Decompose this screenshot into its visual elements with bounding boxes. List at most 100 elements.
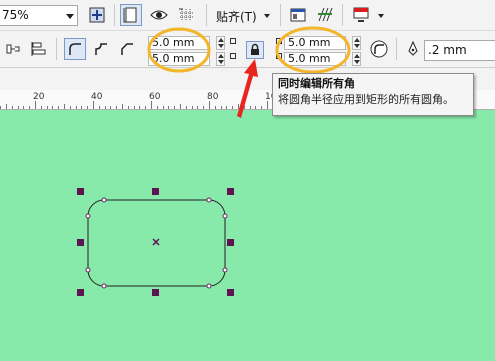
- ruler-tick: [46, 106, 48, 109]
- canvas-drawing-layer: [85, 197, 228, 289]
- ruler-tick: [122, 104, 123, 109]
- corner-node: [222, 267, 228, 273]
- ruler-tick: [11, 106, 13, 109]
- corner-radius-top-right-field[interactable]: 5.0 mm: [284, 36, 346, 50]
- ruler-label: 40: [91, 92, 103, 102]
- corner-chamfer-icon[interactable]: [116, 38, 138, 60]
- ruler-tick: [232, 106, 234, 109]
- ruler-tick: [110, 106, 112, 109]
- lock-corners-tooltip: 同时编辑所有角 将圆角半径应用到矩形的所有圆角。: [272, 73, 474, 116]
- lock-icon[interactable]: [246, 41, 264, 59]
- grid-toggle-icon[interactable]: [176, 4, 198, 26]
- corner-node: [101, 283, 107, 289]
- ruler-tick: [261, 106, 263, 109]
- corner-radius-bottom-left-spinner[interactable]: [216, 52, 225, 66]
- ruler-tick: [0, 106, 2, 109]
- selection-handle-top-left[interactable]: [77, 188, 84, 195]
- chevron-down-icon[interactable]: [66, 14, 74, 19]
- corner-radius-bottom-left-value: 5.0 mm: [152, 52, 195, 65]
- ruler-tick: [255, 106, 257, 109]
- corner-mini-icon: [230, 53, 236, 59]
- ruler-label: 80: [207, 92, 219, 102]
- snap-to-label: 贴齐(T): [216, 10, 257, 24]
- application-launcher-icon[interactable]: [314, 4, 336, 26]
- selection-handle-bottom-left[interactable]: [77, 289, 84, 296]
- corner-radius-top-right-spinner[interactable]: [352, 36, 361, 50]
- center-mark-icon: [152, 238, 160, 246]
- ruler-tick: [29, 106, 31, 109]
- corner-radius-bottom-right-field[interactable]: 5.0 mm: [284, 52, 346, 66]
- corner-radius-bottom-right-spinner[interactable]: [352, 52, 361, 66]
- snap-to-menu[interactable]: 贴齐(T): [216, 8, 257, 25]
- align-icon[interactable]: [28, 38, 50, 60]
- corner-scallop-icon[interactable]: [90, 38, 112, 60]
- selection-handle-middle-right[interactable]: [227, 239, 234, 246]
- ruler-tick: [40, 106, 42, 109]
- selection-handle-middle-left[interactable]: [77, 239, 84, 246]
- ruler-tick: [168, 106, 170, 109]
- corner-radius-top-right-value: 5.0 mm: [288, 36, 331, 49]
- corner-node: [85, 267, 91, 273]
- corner-radius-bottom-left-field[interactable]: 5.0 mm: [148, 52, 210, 66]
- corner-round-icon[interactable]: [64, 38, 86, 60]
- corner-node: [222, 213, 228, 219]
- ruler-tick: [180, 104, 181, 109]
- corner-radius-top-left-value: 5.0 mm: [152, 36, 195, 49]
- ruler-tick: [238, 104, 239, 109]
- corner-mini-icon: [230, 38, 236, 44]
- corner-node: [206, 197, 212, 203]
- ruler-tick: [267, 101, 268, 109]
- corner-node: [101, 197, 107, 203]
- ruler-tick: [23, 106, 25, 109]
- ruler-tick: [185, 106, 187, 109]
- options-icon[interactable]: [287, 4, 309, 26]
- ruler-tick: [191, 106, 193, 109]
- zoom-level-select[interactable]: 75%: [0, 5, 78, 26]
- outline-width-value: .2 mm: [428, 43, 467, 57]
- position-icon[interactable]: [2, 38, 24, 60]
- eye-icon[interactable]: [148, 4, 170, 26]
- ruler-label: 20: [33, 92, 45, 102]
- ruler-tick: [226, 106, 228, 109]
- ruler-tick: [58, 106, 60, 109]
- ruler-tick: [98, 106, 100, 109]
- ruler-tick: [220, 106, 222, 109]
- ruler-tick: [139, 106, 141, 109]
- tooltip-description: 将圆角半径应用到矩形的所有圆角。: [278, 93, 454, 106]
- ruler-tick: [214, 106, 216, 109]
- ruler-tick: [203, 106, 205, 109]
- ruler-tick: [87, 106, 89, 109]
- ruler-tick: [197, 106, 199, 109]
- drawing-canvas[interactable]: [0, 110, 495, 361]
- ruler-tick: [17, 106, 19, 109]
- chevron-down-icon[interactable]: [378, 14, 384, 18]
- corner-radius-top-left-spinner[interactable]: [216, 36, 225, 50]
- ruler-tick: [243, 106, 245, 109]
- ruler-label: 60: [149, 92, 161, 102]
- toolbar-separator: [342, 4, 343, 26]
- selection-handle-bottom-middle[interactable]: [152, 289, 159, 296]
- standard-toolbar: 75% 贴齐(T): [0, 0, 495, 31]
- selection-handle-bottom-right[interactable]: [227, 289, 234, 296]
- chevron-down-icon[interactable]: [264, 14, 270, 18]
- corner-radius-top-left-field[interactable]: 5.0 mm: [148, 36, 210, 50]
- zoom-fit-icon[interactable]: [86, 4, 108, 26]
- ruler-tick: [64, 104, 65, 109]
- page-view-icon[interactable]: [120, 4, 142, 26]
- tooltip-title: 同时编辑所有角: [278, 77, 355, 90]
- ruler-tick: [69, 106, 71, 109]
- welcome-screen-icon[interactable]: [350, 4, 372, 26]
- corner-relative-scale-icon[interactable]: [368, 38, 390, 60]
- corner-mini-icon: [276, 53, 282, 59]
- ruler-tick: [162, 106, 164, 109]
- ruler-tick: [209, 101, 210, 109]
- selection-handle-top-right[interactable]: [227, 188, 234, 195]
- outline-width-select[interactable]: .2 mm: [424, 40, 495, 61]
- ruler-tick: [174, 106, 176, 109]
- outline-pen-icon: [402, 38, 424, 60]
- corner-node: [85, 213, 91, 219]
- selection-handle-top-middle[interactable]: [152, 188, 159, 195]
- ruler-tick: [145, 106, 147, 109]
- corner-node: [206, 283, 212, 289]
- toolbar-separator: [114, 4, 115, 26]
